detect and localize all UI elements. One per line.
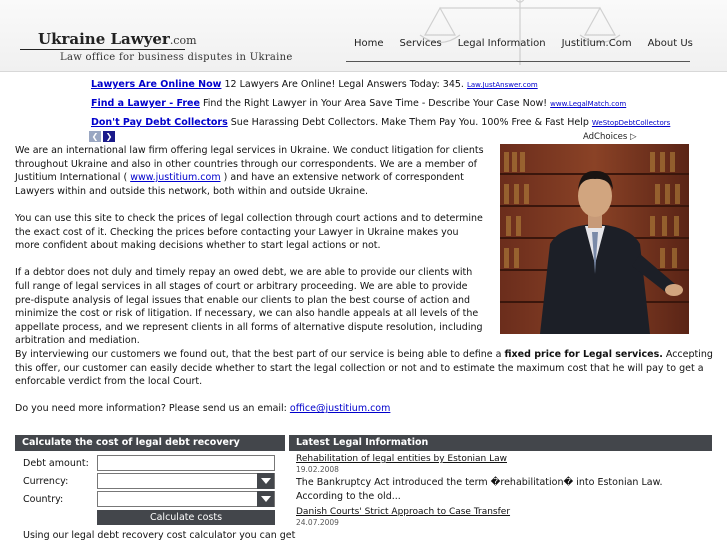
nav-justitium[interactable]: Justitium.Com <box>554 38 640 49</box>
logo-subtitle: Law office for business disputes in Ukra… <box>60 52 293 63</box>
logo-domain-text: .com <box>169 34 197 47</box>
intro-paragraph: If a debtor does not duly and timely rep… <box>15 267 483 347</box>
debt-amount-label: Debt amount: <box>23 458 89 469</box>
justitium-link[interactable]: www.justitium.com <box>130 172 220 183</box>
debt-amount-row: Debt amount: <box>15 455 285 473</box>
news-item-date: 19.02.2008 <box>296 465 339 474</box>
latest-news: Latest Legal Information Rehabilitation … <box>289 435 712 545</box>
intro-paragraph: You can use this site to check the price… <box>15 212 483 252</box>
ad-url-link[interactable]: Law.JustAnswer.com <box>467 81 538 89</box>
country-row: Country: <box>15 491 285 509</box>
fixed-price-start: By interviewing our customers we found o… <box>15 349 505 360</box>
currency-label: Currency: <box>23 476 69 487</box>
country-select[interactable] <box>97 491 275 507</box>
ad-text: Find the Right Lawyer in Your Area Save … <box>202 98 548 109</box>
news-item: Rehabilitation of legal entities by Esto… <box>289 454 712 504</box>
intro-text: We are an international law firm offerin… <box>15 144 485 362</box>
calculator-note: Using our legal debt recovery cost calcu… <box>23 530 296 541</box>
news-title: Latest Legal Information <box>289 435 712 451</box>
logo-divider <box>20 49 185 50</box>
ad-next-button[interactable]: ❯ <box>103 131 115 142</box>
currency-select[interactable] <box>97 473 275 489</box>
country-label: Country: <box>23 494 64 505</box>
nav-about-us[interactable]: About Us <box>640 38 701 49</box>
ad-text: Sue Harassing Debt Collectors. Make Them… <box>230 117 589 128</box>
email-link[interactable]: office@justitium.com <box>290 403 391 414</box>
news-item-title[interactable]: Rehabilitation of legal entities by Esto… <box>296 454 705 464</box>
ad-pager: ❮ ❯ <box>89 131 115 142</box>
chevron-down-icon[interactable] <box>257 473 274 489</box>
currency-row: Currency: <box>15 473 285 491</box>
news-item-title[interactable]: Danish Courts' Strict Approach to Case T… <box>296 507 705 517</box>
nav-legal-information[interactable]: Legal Information <box>450 38 554 49</box>
debt-amount-input[interactable] <box>97 455 275 471</box>
ad-item: Don't Pay Debt Collectors Sue Harassing … <box>91 116 670 135</box>
nav-services[interactable]: Services <box>392 38 450 49</box>
ad-item: Lawyers Are Online Now 12 Lawyers Are On… <box>91 78 651 97</box>
scales-of-justice-watermark <box>419 0 621 65</box>
ad-title-link[interactable]: Lawyers Are Online Now <box>91 79 221 90</box>
cost-calculator: Calculate the cost of legal debt recover… <box>15 435 295 545</box>
main-nav: Home Services Legal Information Justitiu… <box>346 38 701 49</box>
ad-text: 12 Lawyers Are Online! Legal Answers Tod… <box>224 79 464 90</box>
contact-paragraph: Do you need more information? Please sen… <box>15 402 715 416</box>
adchoices-link[interactable]: AdChoices ▷ <box>583 132 637 142</box>
intro-paragraph: We are an international law firm offerin… <box>15 144 485 198</box>
fixed-price-bold: fixed price for Legal services. <box>504 349 663 360</box>
ad-title-link[interactable]: Find a Lawyer - Free <box>91 98 200 109</box>
wide-text: By interviewing our customers we found o… <box>15 348 715 430</box>
news-item-date: 24.07.2009 <box>296 518 339 527</box>
contact-text: Do you need more information? Please sen… <box>15 403 290 415</box>
chevron-down-icon[interactable] <box>257 491 274 507</box>
fixed-price-paragraph: By interviewing our customers we found o… <box>15 348 715 389</box>
ad-url-link[interactable]: www.LegalMatch.com <box>550 100 626 108</box>
calculator-title: Calculate the cost of legal debt recover… <box>15 435 285 451</box>
lawyer-photo-image <box>500 144 689 334</box>
site-header: Ukraine Lawyer.com Law office for busine… <box>0 0 727 72</box>
calculate-costs-button[interactable]: Calculate costs <box>97 510 275 525</box>
ad-block: Lawyers Are Online Now 12 Lawyers Are On… <box>91 78 670 135</box>
news-item: Danish Courts' Strict Approach to Case T… <box>289 507 712 527</box>
ad-url-link[interactable]: WeStopDebtCollectors <box>592 119 670 127</box>
logo-title-text: Ukraine Lawyer <box>38 30 170 48</box>
lawyer-photo <box>500 144 689 334</box>
ad-prev-button[interactable]: ❮ <box>89 131 101 142</box>
news-item-text: The Bankruptcy Act introduced the term �… <box>296 477 663 502</box>
site-logo[interactable]: Ukraine Lawyer.com <box>38 30 197 48</box>
ad-item: Find a Lawyer - Free Find the Right Lawy… <box>91 97 651 116</box>
ad-title-link[interactable]: Don't Pay Debt Collectors <box>91 117 228 128</box>
nav-home[interactable]: Home <box>346 38 392 49</box>
nav-divider <box>346 61 690 62</box>
